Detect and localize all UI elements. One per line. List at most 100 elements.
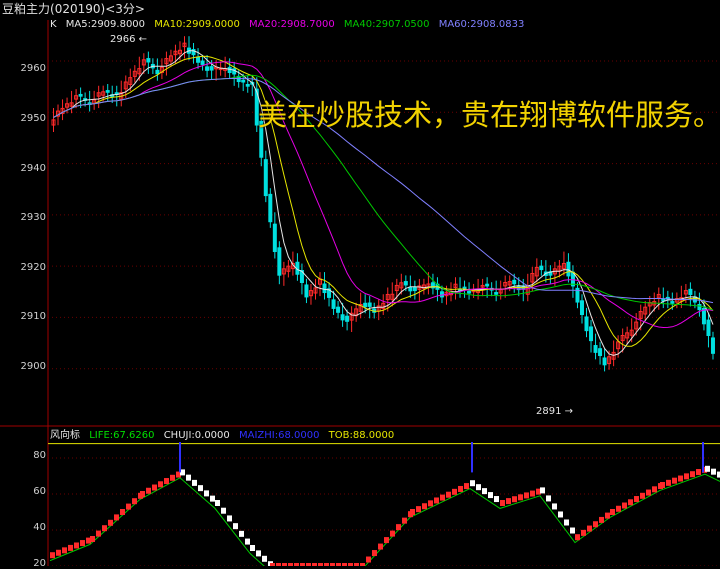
life-label: LIFE:67.6260 [89, 430, 155, 441]
indicator-step [512, 496, 517, 503]
indicator-step [384, 537, 389, 544]
indicator-step [102, 525, 107, 532]
candle-body [408, 286, 413, 292]
indicator-step [152, 484, 157, 491]
candle-body [710, 337, 715, 354]
candle-body [598, 348, 603, 357]
candle-body [277, 247, 282, 276]
indicator-step [599, 516, 604, 523]
candle-body [566, 261, 571, 277]
candle-body [331, 299, 336, 309]
indicator-step [564, 519, 569, 526]
candle-body [670, 301, 675, 304]
indicator-tick: 80 [33, 450, 46, 461]
tob-label: TOB:88.0000 [328, 430, 395, 441]
candle-body [196, 56, 201, 63]
indicator-step [660, 482, 665, 488]
candle-body [584, 316, 589, 332]
indicator-step [640, 492, 645, 499]
price-tick: 2900 [20, 361, 46, 372]
indicator-step [488, 492, 493, 499]
candle-body [412, 286, 417, 292]
indicator-step [227, 515, 232, 522]
candle-body [105, 90, 110, 93]
indicator-step [690, 471, 695, 478]
high-marker: 2966 ← [110, 34, 148, 45]
indicator-step [372, 550, 377, 557]
indicator-step [518, 494, 523, 501]
indicator-tick: 20 [33, 558, 46, 569]
indicator-step [233, 523, 238, 530]
indicator-step [186, 474, 191, 481]
candle-body [403, 281, 408, 286]
indicator-step [262, 555, 267, 562]
indicator-step [446, 491, 451, 498]
price-tick: 2930 [20, 212, 46, 223]
indicator-step [678, 475, 683, 482]
indicator-step [684, 473, 689, 480]
indicator-step [705, 465, 710, 472]
price-tick: 2910 [20, 311, 46, 322]
candle-body [146, 58, 151, 63]
indicator-step [666, 479, 671, 486]
candle-body [602, 357, 607, 366]
candle-body [706, 319, 711, 336]
indicator-step [215, 500, 220, 506]
indicator-step [616, 505, 621, 512]
candle-body [336, 306, 341, 313]
kline-chart[interactable] [0, 0, 720, 566]
indicator-step [524, 492, 529, 499]
indicator-step [464, 483, 469, 490]
candle-body [200, 60, 205, 65]
price-tick: 2940 [20, 163, 46, 174]
candle-body [245, 83, 250, 87]
indicator-step [210, 495, 215, 502]
indicator-step [204, 490, 209, 497]
indicator-step [192, 479, 197, 486]
indicator-step [402, 517, 407, 524]
ad-banner: 美在炒股技术，贵在翔博软件服务。 [258, 98, 720, 132]
indicator-tick: 60 [33, 486, 46, 497]
indicator-step [570, 527, 575, 534]
candle-body [494, 292, 499, 295]
indicator-step [587, 525, 592, 532]
indicator-step [506, 498, 511, 505]
indicator-step [422, 503, 427, 510]
indicator-step [440, 494, 445, 501]
indicator-step [74, 542, 79, 549]
candle-body [304, 284, 309, 298]
indicator-step [140, 491, 145, 497]
indicator-step [470, 480, 475, 487]
indicator-step [120, 509, 125, 515]
low-marker: 2891 → [536, 406, 574, 417]
candle-body [363, 302, 368, 308]
indicator-step [500, 500, 505, 506]
candle-body [467, 290, 472, 294]
indicator-step [378, 543, 383, 550]
candle-body [485, 283, 490, 287]
candle-body [340, 314, 345, 321]
indicator-step [50, 552, 55, 559]
indicator-step [396, 524, 401, 531]
indicator-step [416, 506, 421, 513]
candle-body [688, 288, 693, 295]
indicator-step [126, 503, 131, 510]
indicator-step [170, 474, 175, 481]
indicator-step [530, 490, 535, 497]
candle-body [263, 159, 268, 197]
indicator-step [198, 485, 203, 492]
indicator-step [239, 530, 244, 537]
indicator-step [62, 547, 67, 554]
price-tick: 2920 [20, 262, 46, 273]
candle-body [512, 279, 517, 285]
indicator-step [410, 509, 415, 515]
indicator-step [672, 477, 677, 484]
candle-body [579, 300, 584, 315]
indicator-step [80, 540, 85, 547]
indicator-step [390, 530, 395, 537]
candle-body [367, 302, 372, 307]
indicator-step [558, 511, 563, 518]
candle-body [241, 79, 246, 83]
chuji-label: CHUJI:0.0000 [163, 430, 230, 441]
indicator-step [68, 544, 73, 551]
